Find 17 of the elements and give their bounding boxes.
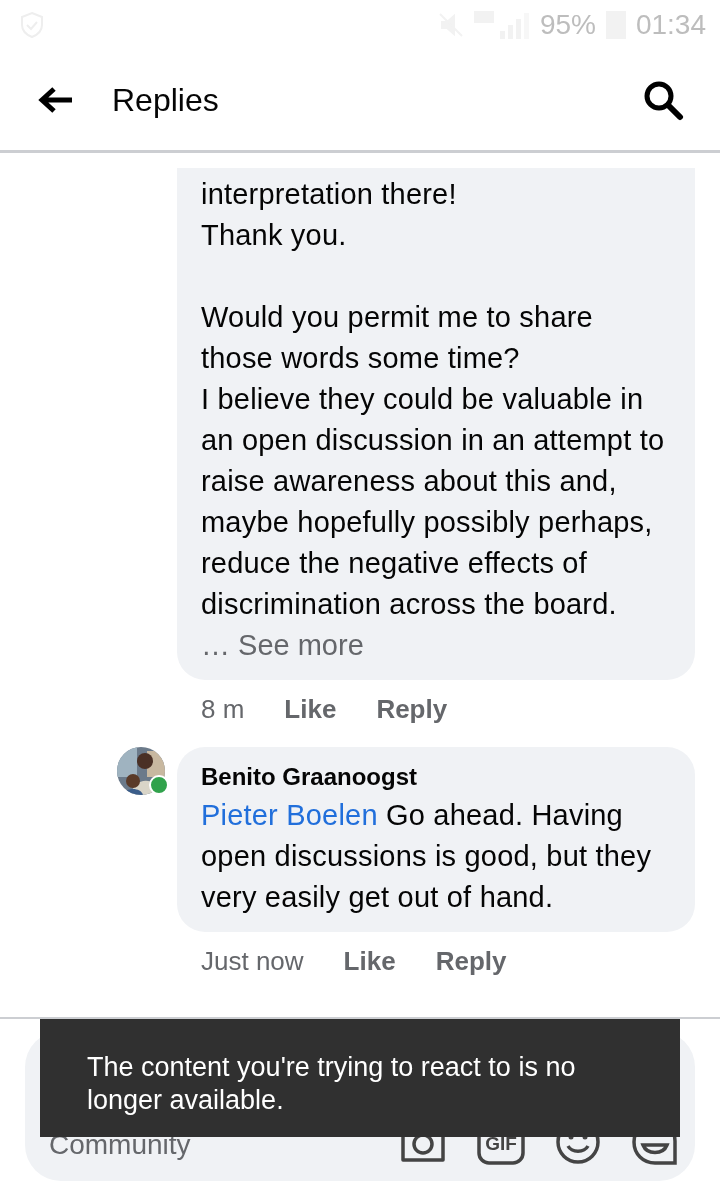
author-name[interactable]: Benito Graanoogst <box>201 763 671 791</box>
unavailable-toast: The content you're trying to react to is no longer available. <box>40 1019 680 1137</box>
reply-button[interactable]: Reply <box>435 946 507 977</box>
mention-link[interactable]: Pieter Boelen <box>201 799 378 831</box>
clock: 01:34 <box>635 9 706 41</box>
search-icon[interactable] <box>642 79 684 121</box>
back-arrow-icon[interactable] <box>38 86 74 114</box>
page-title: Replies <box>112 81 220 119</box>
comment-text: Pieter Boelen Go ahead. Having open discussions is good, but they very easily get out of hand. <box>201 798 653 915</box>
like-button[interactable]: Like <box>284 694 337 725</box>
comment-time: Just now <box>201 946 304 977</box>
comment-text: interpretation there! Thank you. Would you permit me to share those words some time? I believe they could be valuable in an open discussion in an attempt to raise awareness about this and, maybe hopefully possibly perhaps, reduce the negative effects of discrimination across the board. <box>201 177 666 622</box>
comment-time: 8 m <box>201 694 245 725</box>
battery-percent: 95% <box>539 9 596 41</box>
see-more-link[interactable]: … See more <box>201 625 671 666</box>
reply-button[interactable]: Reply <box>376 694 448 725</box>
like-button[interactable]: Like <box>343 946 396 977</box>
